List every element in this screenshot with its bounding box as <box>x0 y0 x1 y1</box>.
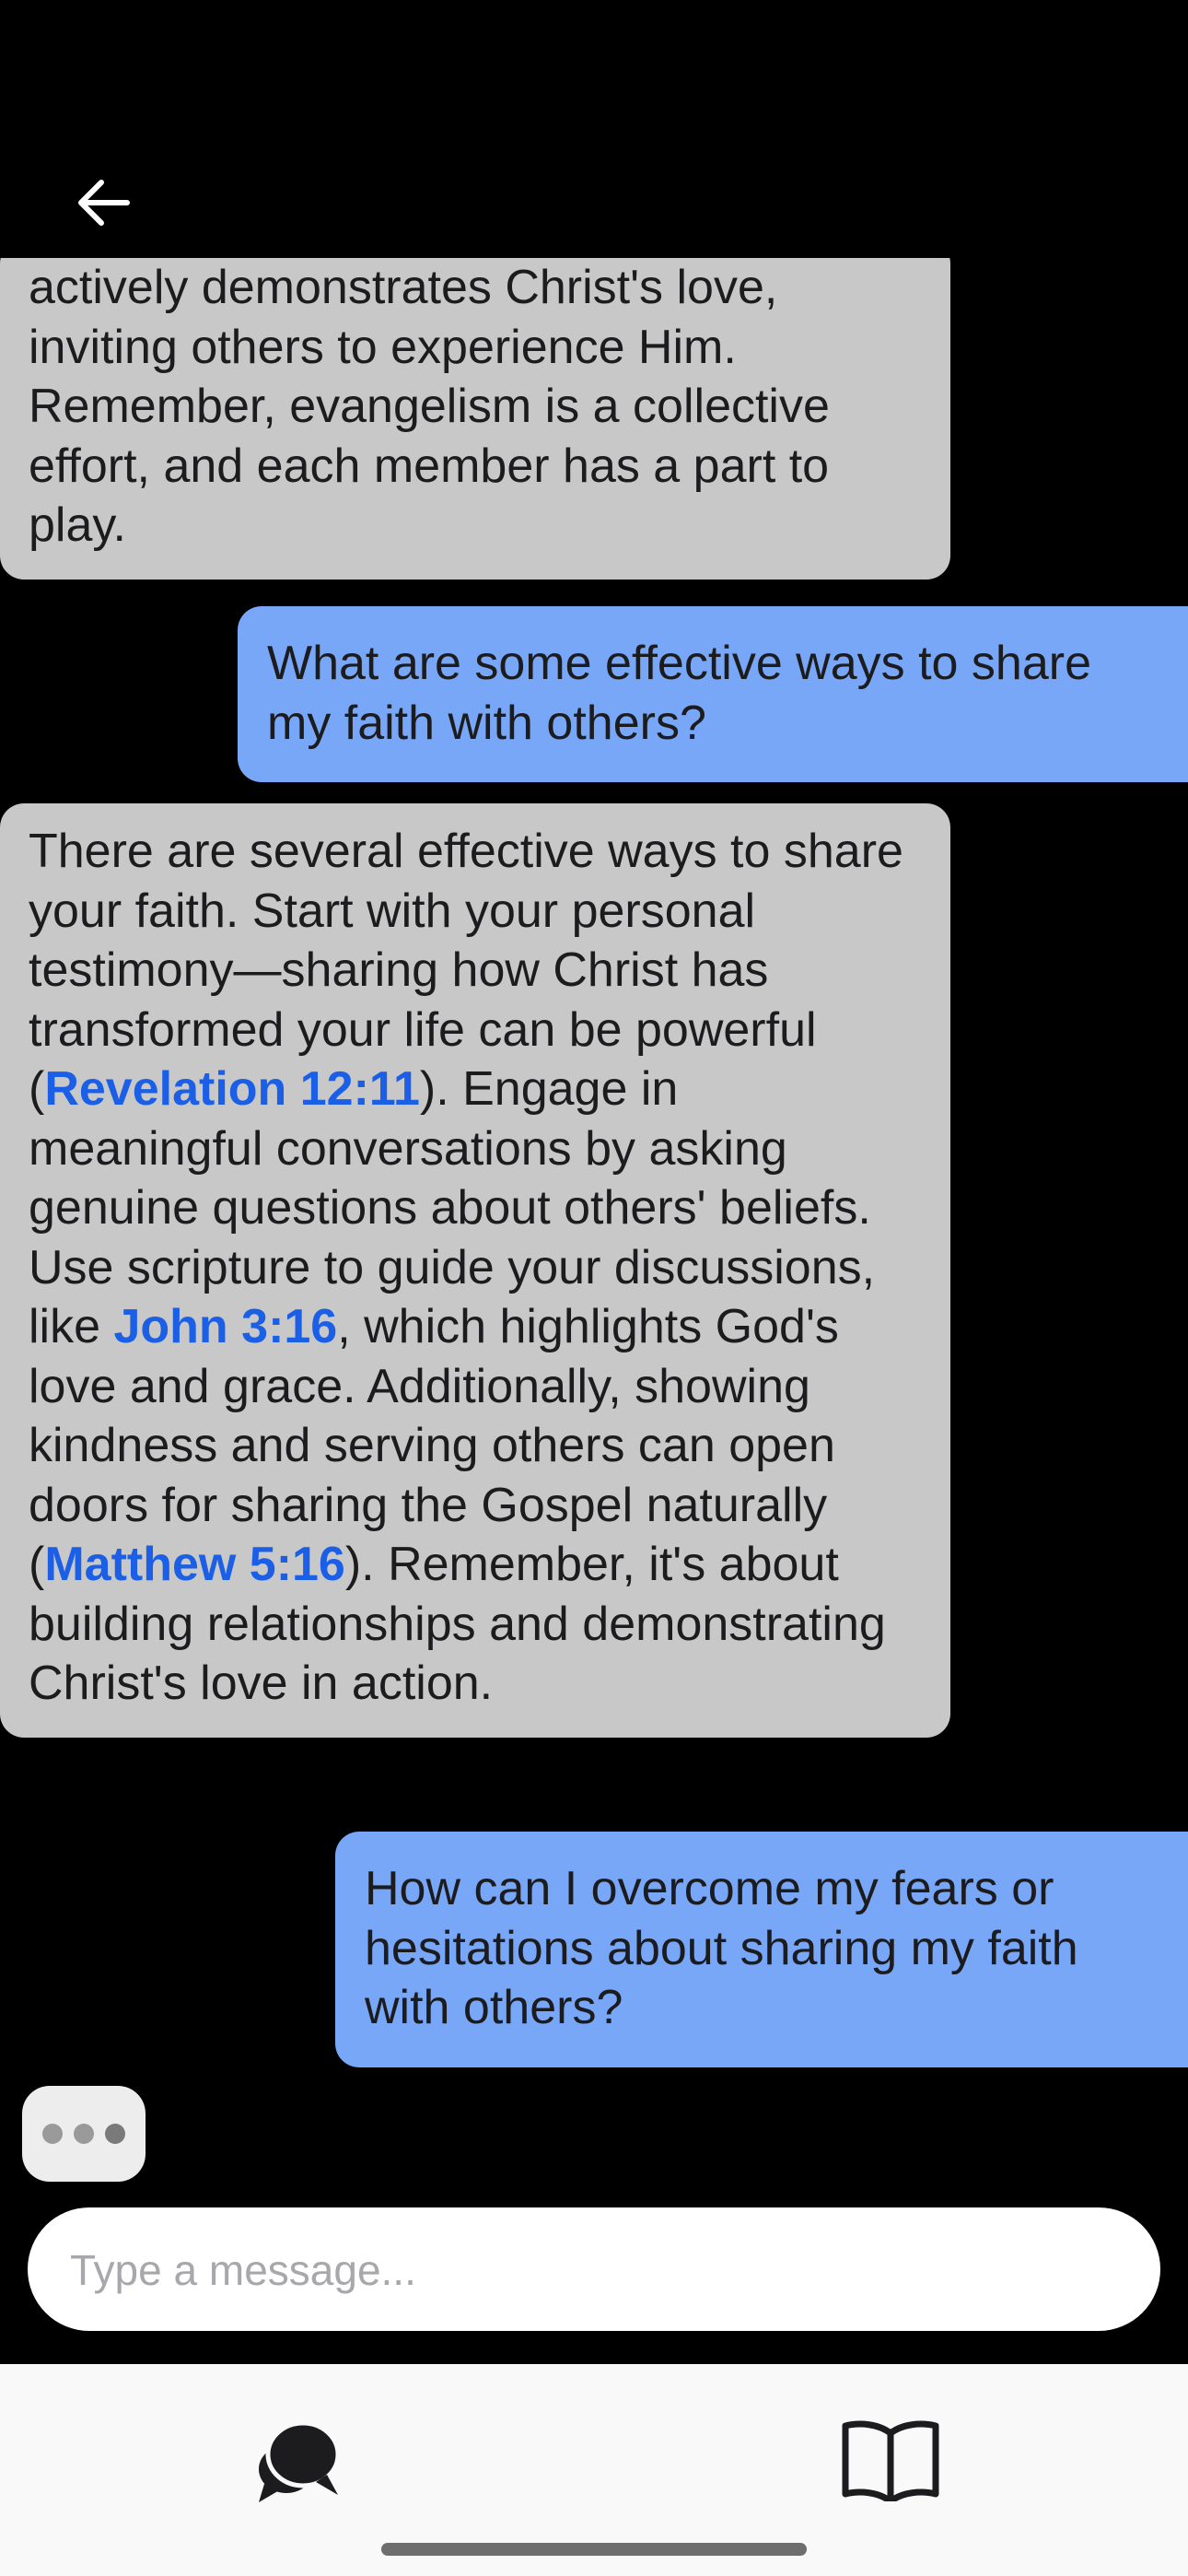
tab-bible[interactable] <box>826 2405 955 2515</box>
back-button[interactable] <box>66 166 140 240</box>
message-text: How can I overcome my fears or hesitatio… <box>365 1862 1078 2034</box>
scripture-reference-link[interactable]: John 3:16 <box>113 1300 337 1353</box>
message-text: actively demonstrates Christ's love, inv… <box>29 261 830 552</box>
message-input[interactable] <box>68 2207 1124 2333</box>
ellipsis-dot <box>105 2124 125 2144</box>
chat-thread[interactable]: actively demonstrates Christ's love, inv… <box>0 258 1188 2193</box>
typing-indicator <box>22 2086 146 2182</box>
scripture-reference-link[interactable]: Matthew 5:16 <box>44 1538 345 1591</box>
chat-bubbles-icon <box>259 2420 341 2502</box>
home-indicator <box>381 2543 807 2556</box>
user-message: How can I overcome my fears or hesitatio… <box>335 1832 1188 2067</box>
tab-chat[interactable] <box>233 2405 362 2515</box>
user-message: What are some effective ways to share my… <box>238 606 1188 782</box>
message-composer <box>28 2207 1160 2333</box>
ellipsis-icon <box>42 2124 63 2144</box>
ellipsis-dot <box>74 2124 94 2144</box>
message-text: What are some effective ways to share my… <box>267 637 1091 750</box>
arrow-left-icon <box>78 180 130 226</box>
open-book-icon <box>842 2420 939 2501</box>
bot-message: actively demonstrates Christ's love, inv… <box>0 258 950 580</box>
bot-message: There are several effective ways to shar… <box>0 803 950 1738</box>
scripture-reference-link[interactable]: Revelation 12:11 <box>44 1062 420 1116</box>
